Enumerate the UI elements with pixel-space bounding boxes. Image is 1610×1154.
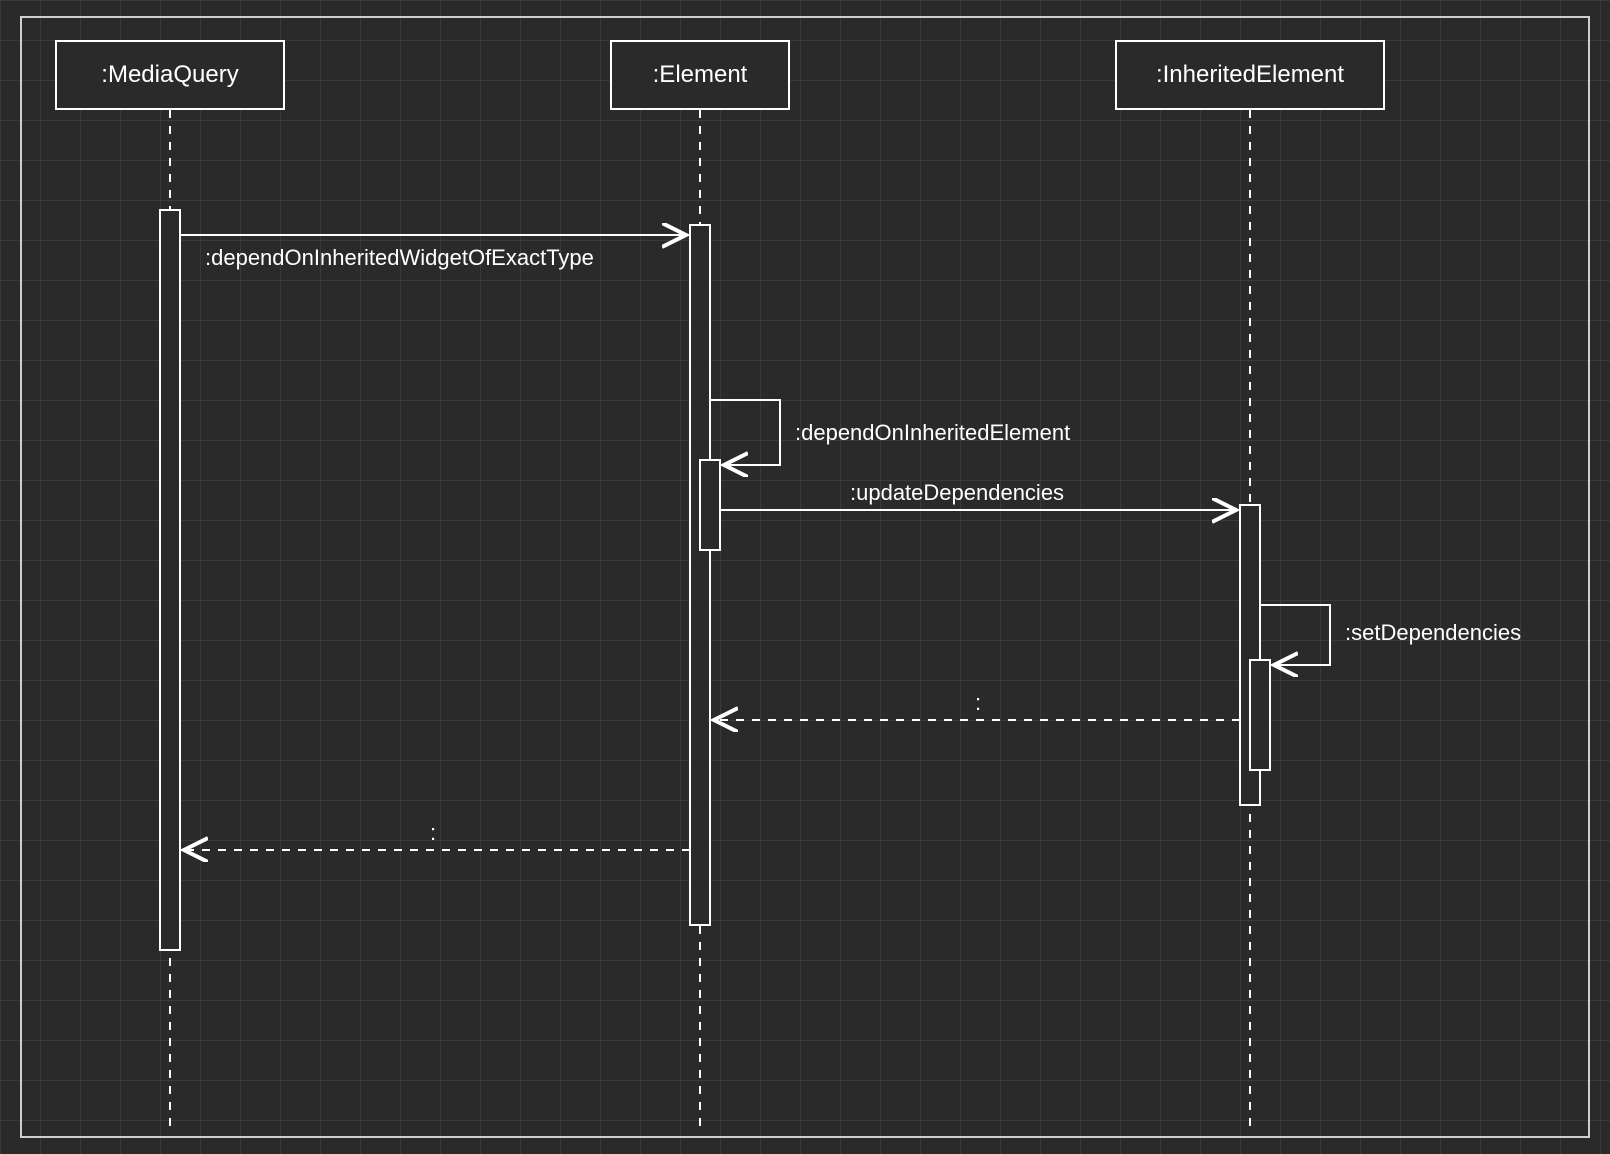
message-label-r1: :: [975, 690, 981, 716]
message-label-m3: :updateDependencies: [850, 480, 1064, 506]
message-label-m2: :dependOnInheritedElement: [795, 420, 1070, 446]
message-label-m1: :dependOnInheritedWidgetOfExactType: [205, 245, 594, 271]
message-label-r2: :: [430, 820, 436, 846]
sequence-diagram-svg: [0, 0, 1610, 1154]
message-label-m4: :setDependencies: [1345, 620, 1521, 646]
